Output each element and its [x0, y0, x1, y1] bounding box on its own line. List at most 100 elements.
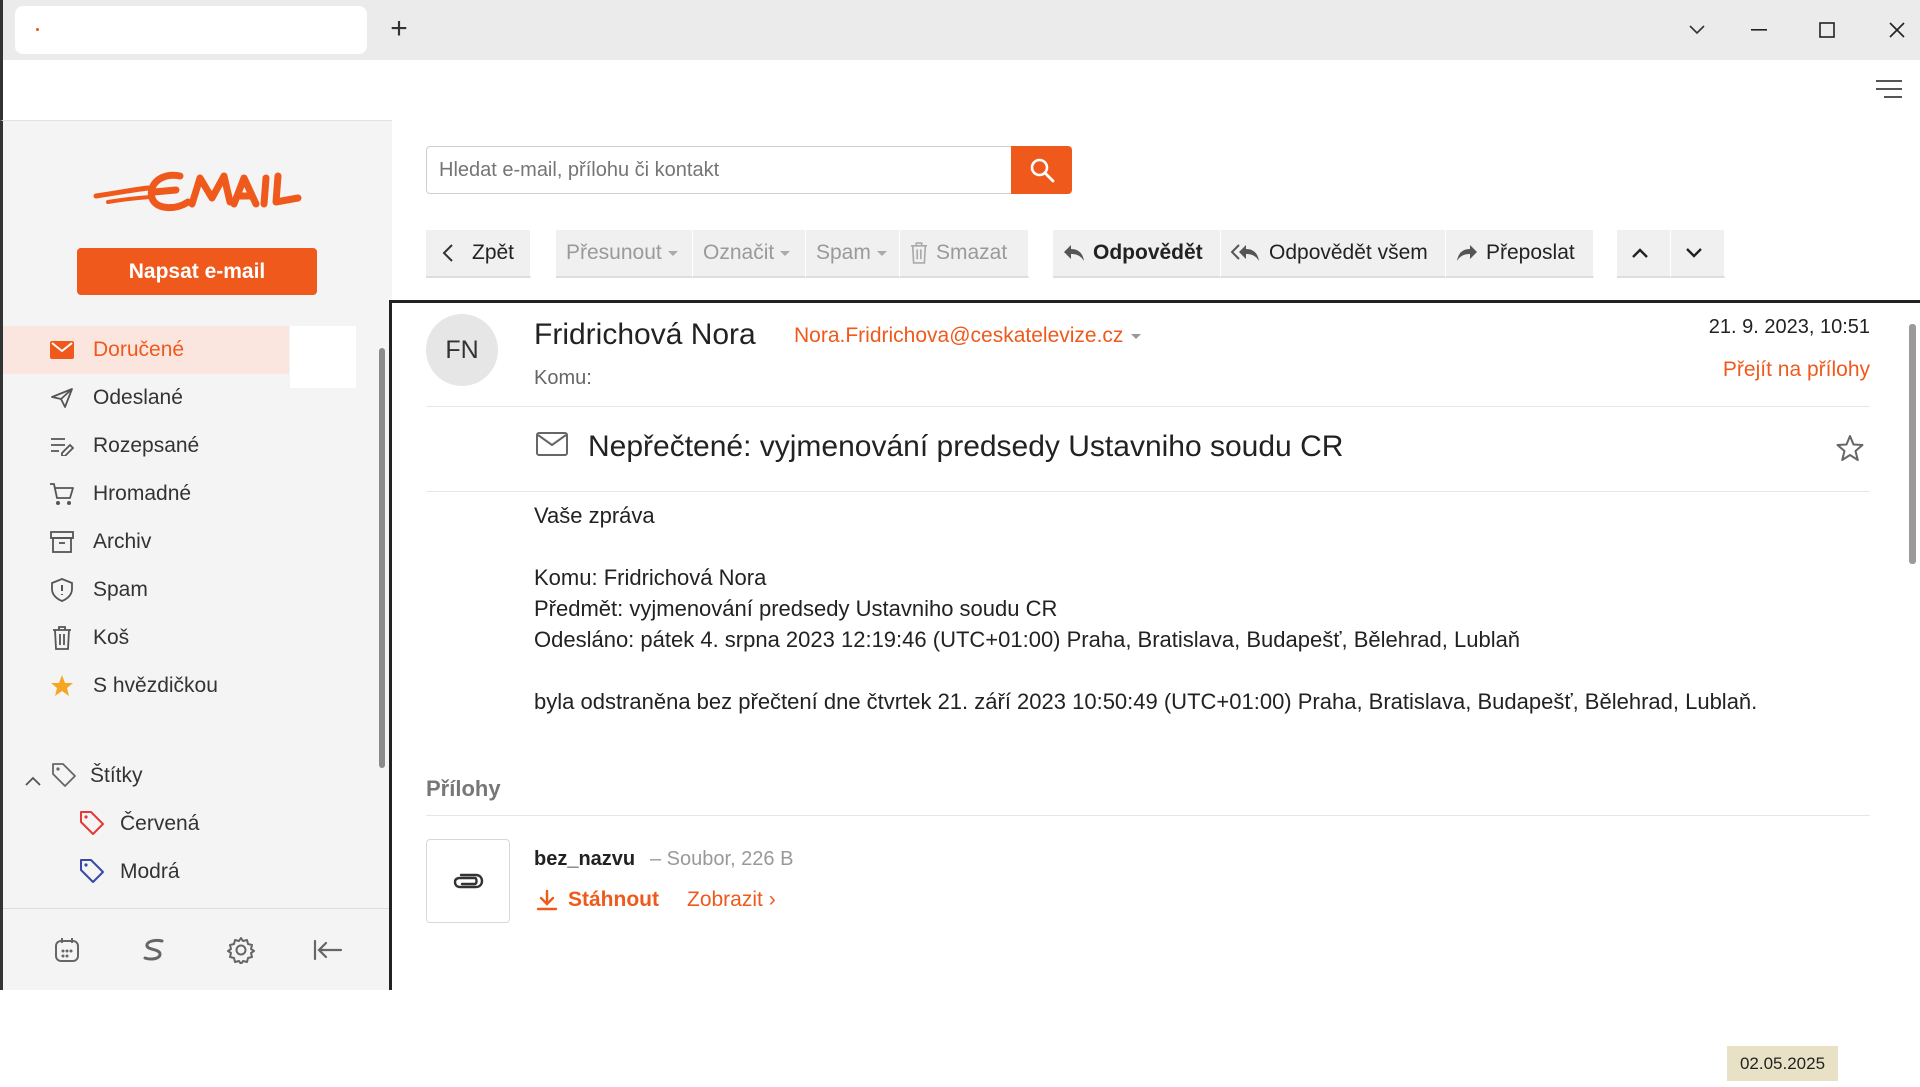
- message-body: Vaše zpráva Komu: Fridrichová Nora Předm…: [534, 500, 1874, 717]
- sidebar-tag-blue[interactable]: Modrá: [3, 848, 373, 896]
- new-tab-icon[interactable]: +: [385, 12, 413, 48]
- reply-all-icon: [1231, 244, 1259, 261]
- chevron-down-icon: [1131, 333, 1142, 339]
- sidebar-tag-label: Červená: [120, 812, 200, 835]
- forward-label: Přeposlat: [1486, 241, 1575, 264]
- sidebar-tags-header[interactable]: Štítky: [3, 752, 373, 800]
- tag-icon: [51, 762, 77, 794]
- previous-message-button[interactable]: [1617, 230, 1671, 278]
- sidebar-item-trash[interactable]: Koš: [3, 614, 373, 662]
- delete-button[interactable]: Smazat: [900, 230, 1029, 278]
- attachment-meta: – Soubor, 226 B: [650, 848, 794, 870]
- next-message-button[interactable]: [1671, 230, 1725, 278]
- shield-icon: [49, 578, 75, 602]
- sidebar-item-label: Doručené: [93, 338, 185, 361]
- forward-button[interactable]: Přeposlat: [1446, 230, 1594, 278]
- star-icon: [49, 674, 75, 698]
- compose-button[interactable]: Napsat e-mail: [77, 248, 317, 295]
- chevron-down-icon: [876, 250, 887, 256]
- search-button[interactable]: [1011, 146, 1072, 194]
- trash-icon: [910, 242, 928, 264]
- close-window-icon[interactable]: [1875, 10, 1919, 50]
- move-label: Přesunout: [566, 241, 662, 264]
- attachment-name: bez_nazvu: [534, 848, 636, 870]
- body-line: byla odstraněna bez přečtení dne čtvrtek…: [534, 689, 1758, 714]
- menu-icon[interactable]: [1876, 80, 1902, 100]
- sidebar-item-inbox[interactable]: Doručené: [3, 326, 289, 374]
- sidebar-item-label: Spam: [93, 578, 148, 601]
- gear-icon[interactable]: [226, 935, 256, 965]
- nav-arrows-group: [1617, 230, 1725, 278]
- divider: [426, 815, 1870, 816]
- sidebar-tag-red[interactable]: Červená: [3, 800, 373, 848]
- star-outline-icon[interactable]: [1836, 434, 1864, 462]
- sender-email-text: Nora.Fridrichova@ceskatelevize.cz: [794, 324, 1124, 347]
- download-label: Stáhnout: [568, 888, 659, 911]
- sidebar-scrollbar[interactable]: [376, 330, 388, 905]
- back-button[interactable]: Zpět: [426, 230, 531, 278]
- reply-icon: [1064, 245, 1084, 261]
- sidebar-item-drafts[interactable]: Rozepsané: [3, 422, 373, 470]
- calendar-icon[interactable]: [52, 935, 82, 965]
- to-label: Komu:: [534, 367, 592, 389]
- sidebar-item-label: Rozepsané: [93, 434, 200, 457]
- attachment-thumbnail[interactable]: [426, 839, 510, 923]
- spam-button[interactable]: Spam: [806, 230, 900, 278]
- goto-attachments-link[interactable]: Přejít na přílohy: [1723, 358, 1870, 382]
- body-line: Předmět: vyjmenování predsedy Ustavniho …: [534, 596, 1058, 621]
- collapse-sidebar-icon[interactable]: [313, 935, 343, 965]
- message-date: 21. 9. 2023, 10:51: [1708, 316, 1870, 338]
- body-line: Odesláno: pátek 4. srpna 2023 12:19:46 (…: [534, 627, 1521, 652]
- chevron-down-icon: [780, 250, 791, 256]
- sidebar-item-starred[interactable]: S hvězdičkou: [3, 662, 373, 710]
- chevron-up-icon[interactable]: [25, 768, 41, 792]
- body-line: Vaše zpráva: [534, 503, 655, 528]
- download-button[interactable]: Stáhnout: [536, 888, 659, 912]
- send-icon: [49, 386, 75, 410]
- reply-label: Odpovědět: [1093, 241, 1203, 264]
- sidebar-item-archive[interactable]: Archiv: [3, 518, 373, 566]
- sidebar-item-bulk[interactable]: Hromadné: [3, 470, 373, 518]
- taskbar-date: 02.05.2025: [1727, 1046, 1838, 1081]
- sidebar-tags-label: Štítky: [90, 764, 143, 787]
- mark-button[interactable]: Označit: [693, 230, 806, 278]
- chevron-up-icon: [1631, 248, 1648, 258]
- sender-email[interactable]: Nora.Fridrichova@ceskatelevize.cz: [794, 324, 1142, 348]
- reply-button[interactable]: Odpovědět: [1053, 230, 1221, 278]
- sidebar-tag-label: Modrá: [120, 860, 180, 883]
- reply-all-button[interactable]: Odpovědět všem: [1221, 230, 1446, 278]
- sidebar-item-spam[interactable]: Spam: [3, 566, 373, 614]
- search-icon: [1030, 158, 1054, 183]
- maximize-icon[interactable]: [1805, 10, 1849, 50]
- minimize-icon[interactable]: [1737, 10, 1781, 50]
- view-link[interactable]: Zobrazit ›: [687, 888, 776, 912]
- tab-list-chevron-icon[interactable]: [1675, 10, 1719, 50]
- avatar: FN: [426, 314, 498, 386]
- folder-list: Doručené Odeslané Rozepsané Hromadné Arc…: [3, 326, 373, 710]
- cart-icon: [49, 482, 75, 506]
- mark-label: Označit: [703, 241, 775, 264]
- message-subject: Nepřečtené: vyjmenování predsedy Ustavni…: [588, 430, 1344, 463]
- divider: [426, 491, 1870, 492]
- browser-titlebar: +: [0, 0, 1920, 60]
- move-button[interactable]: Přesunout: [556, 230, 693, 278]
- reply-group: Odpovědět Odpovědět všem Přeposlat: [1053, 230, 1594, 278]
- message-scrollbar[interactable]: [1906, 306, 1918, 986]
- download-icon: [536, 889, 558, 911]
- body-line: Komu: Fridrichová Nora: [534, 565, 767, 590]
- seznam-s-icon[interactable]: [139, 935, 169, 965]
- sidebar-item-sent[interactable]: Odeslané: [3, 374, 373, 422]
- back-group: Zpět: [426, 230, 531, 278]
- email-logo: [93, 171, 302, 211]
- chevron-left-icon: [442, 244, 453, 262]
- search-input[interactable]: [426, 146, 1012, 194]
- browser-tab[interactable]: [15, 6, 367, 54]
- sender-name[interactable]: Fridrichová Nora: [534, 318, 756, 352]
- browser-toolbar: [0, 60, 1920, 120]
- action-group: Přesunout Označit Spam Smazat: [556, 230, 1029, 278]
- sidebar-item-label: Koš: [93, 626, 130, 649]
- draft-icon: [49, 434, 75, 458]
- tag-red-icon: [79, 810, 105, 842]
- sidebar-item-label: Hromadné: [93, 482, 192, 505]
- archive-icon: [49, 530, 75, 554]
